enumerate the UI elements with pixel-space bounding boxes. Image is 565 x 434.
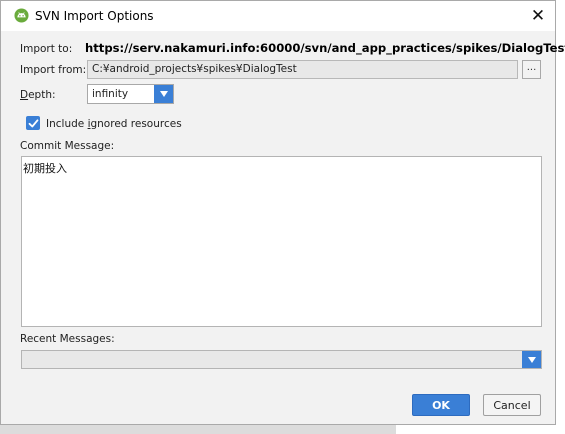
import-to-url: https://serv.nakamuri.info:60000/svn/and… [85,41,565,55]
browse-button[interactable]: ... [522,60,541,79]
recent-messages-dropdown[interactable] [21,350,542,369]
close-icon[interactable]: ✕ [531,6,545,26]
android-studio-icon [14,8,29,23]
include-ignored-label[interactable]: Include ignored resources [46,118,182,130]
depth-label-rest: epth: [28,89,56,101]
title-bar: SVN Import Options ✕ [1,1,555,31]
recent-messages-label: Recent Messages: [20,333,115,345]
commit-message-label: Commit Message: [20,140,115,152]
cancel-button[interactable]: Cancel [483,394,541,416]
depth-label: Depth: [20,89,56,101]
ok-button[interactable]: OK [412,394,470,416]
import-from-label: Import from: [20,64,87,76]
include-ignored-label-pre: Include [46,118,88,130]
import-to-label: Import to: [20,43,73,55]
commit-message-textarea[interactable]: 初期投入 [21,156,542,327]
include-ignored-checkbox[interactable] [26,116,40,130]
checkmark-icon [28,118,38,127]
import-from-field[interactable]: C:¥android_projects¥spikes¥DialogTest [87,60,518,79]
background-window-edge [0,425,396,434]
include-ignored-label-post: gnored resources [90,118,182,130]
depth-label-mnemonic: D [20,89,29,101]
depth-dropdown[interactable]: infinity [87,84,174,104]
svn-import-options-dialog: SVN Import Options ✕ Import to: https://… [0,0,565,425]
chevron-down-icon[interactable] [522,351,541,368]
chevron-down-icon[interactable] [154,85,173,103]
depth-selected-value: infinity [92,88,129,100]
dialog-title: SVN Import Options [35,9,154,23]
close-button[interactable]: ✕ [521,1,555,31]
